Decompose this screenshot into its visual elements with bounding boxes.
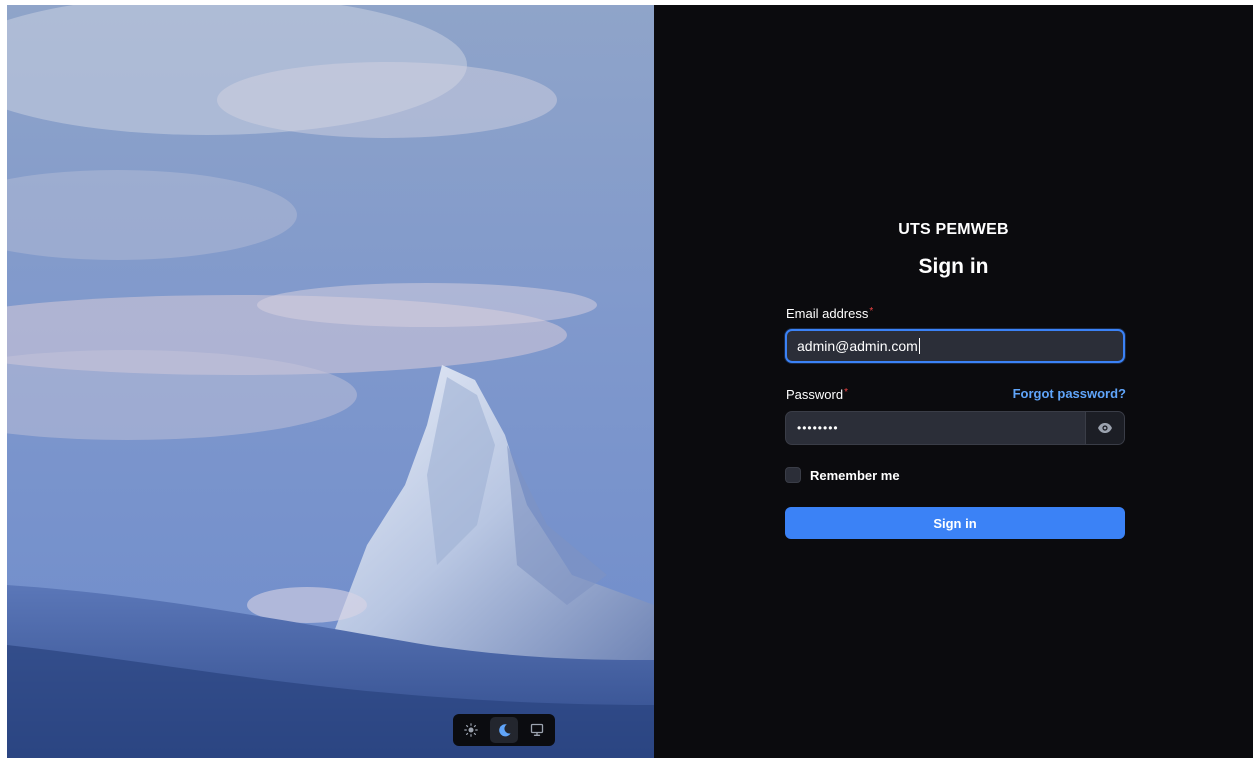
- text-caret: [918, 338, 920, 354]
- remember-me-label: Remember me: [810, 467, 900, 483]
- required-marker: *: [869, 306, 874, 317]
- sun-icon: [464, 723, 478, 737]
- remember-me-checkbox[interactable]: [785, 467, 801, 483]
- password-field-value: ••••••••: [797, 421, 839, 435]
- email-field[interactable]: admin@admin.com: [785, 329, 1125, 363]
- password-field[interactable]: ••••••••: [785, 411, 1125, 445]
- moon-icon: [498, 723, 511, 736]
- sign-in-panel: UTS PEMWEB Sign in Email address* admin@…: [654, 5, 1253, 758]
- theme-light-button[interactable]: [457, 717, 485, 743]
- theme-switcher: [453, 714, 555, 746]
- theme-system-button[interactable]: [523, 717, 551, 743]
- remember-me-option[interactable]: Remember me: [785, 467, 900, 483]
- email-label: Email address*: [786, 306, 874, 321]
- brand-name: UTS PEMWEB: [898, 221, 1009, 238]
- hero-image-panel: [7, 5, 654, 758]
- email-field-value: admin@admin.com: [797, 338, 918, 354]
- password-label: Password*: [786, 387, 848, 402]
- monitor-icon: [530, 723, 544, 736]
- show-password-button[interactable]: [1085, 412, 1124, 444]
- login-page: UTS PEMWEB Sign in Email address* admin@…: [7, 5, 1253, 758]
- page-title: Sign in: [918, 255, 989, 278]
- theme-dark-button[interactable]: [490, 717, 518, 743]
- sign-in-button[interactable]: Sign in: [785, 507, 1125, 539]
- mountain-landscape-image: [7, 5, 654, 758]
- eye-icon: [1098, 423, 1112, 433]
- forgot-password-link[interactable]: Forgot password?: [1010, 386, 1126, 401]
- required-marker: *: [844, 387, 848, 398]
